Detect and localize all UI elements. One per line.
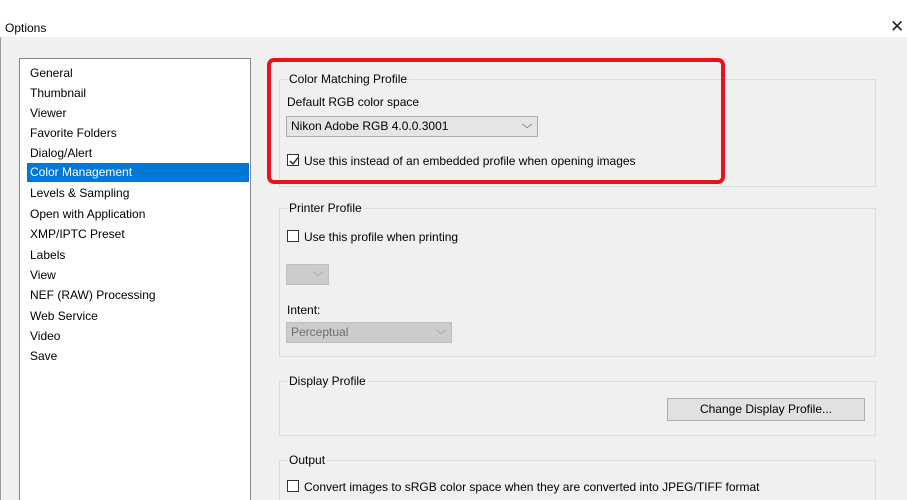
output-group-label: Output — [287, 453, 328, 467]
printer-profile-group-label: Printer Profile — [287, 201, 364, 215]
embedded-profile-checkbox[interactable] — [287, 154, 299, 166]
rgb-color-space-select[interactable]: Nikon Adobe RGB 4.0.0.3001 ⌵ — [286, 116, 538, 137]
convert-srgb-checkbox[interactable] — [287, 480, 299, 492]
sidebar-item-view[interactable]: View — [28, 266, 58, 285]
sidebar-item-labels[interactable]: Labels — [28, 246, 67, 265]
convert-srgb-checkbox-label[interactable]: Convert images to sRGB color space when … — [304, 480, 760, 494]
sidebar-item-web-service[interactable]: Web Service — [28, 307, 100, 326]
sidebar-item-color-management[interactable]: Color Management — [27, 163, 249, 182]
close-icon[interactable]: ✕ — [890, 17, 904, 37]
sidebar-item-nef-raw-processing[interactable]: NEF (RAW) Processing — [28, 286, 158, 305]
use-printer-profile-checkbox[interactable] — [287, 230, 299, 242]
chevron-down-icon: ⌵ — [521, 119, 533, 131]
intent-label: Intent: — [287, 303, 321, 317]
display-profile-group-label: Display Profile — [287, 374, 368, 388]
sidebar-item-general[interactable]: General — [28, 64, 75, 83]
rgb-color-space-value: Nikon Adobe RGB 4.0.0.3001 — [291, 119, 449, 133]
chevron-down-icon: ⌵ — [435, 325, 447, 337]
printer-profile-select[interactable]: ⌵ — [286, 264, 329, 285]
default-rgb-label: Default RGB color space — [287, 95, 420, 109]
chevron-down-icon: ⌵ — [312, 267, 324, 279]
sidebar-item-save[interactable]: Save — [28, 347, 59, 366]
intent-value: Perceptual — [291, 325, 349, 339]
sidebar-item-levels-sampling[interactable]: Levels & Sampling — [28, 184, 131, 203]
sidebar-item-open-with-application[interactable]: Open with Application — [28, 205, 147, 224]
change-display-profile-button[interactable]: Change Display Profile... — [667, 398, 865, 421]
sidebar-item-xmp-iptc-preset[interactable]: XMP/IPTC Preset — [28, 225, 127, 244]
window-title: Options — [5, 21, 47, 35]
color-matching-group-label: Color Matching Profile — [287, 72, 410, 86]
use-printer-profile-checkbox-label[interactable]: Use this profile when printing — [304, 230, 458, 244]
intent-select[interactable]: Perceptual ⌵ — [286, 322, 452, 343]
sidebar-item-thumbnail[interactable]: Thumbnail — [28, 84, 88, 103]
embedded-profile-checkbox-label[interactable]: Use this instead of an embedded profile … — [304, 154, 636, 168]
category-list[interactable]: General Thumbnail Viewer Favorite Folder… — [19, 58, 251, 500]
sidebar-item-video[interactable]: Video — [28, 327, 62, 346]
window-left-edge — [0, 37, 1, 500]
sidebar-item-favorite-folders[interactable]: Favorite Folders — [28, 124, 119, 143]
title-bar[interactable]: Options ✕ — [0, 0, 907, 37]
sidebar-item-viewer[interactable]: Viewer — [28, 104, 68, 123]
sidebar-item-dialog-alert[interactable]: Dialog/Alert — [28, 144, 94, 163]
checkmark-icon — [289, 157, 299, 166]
